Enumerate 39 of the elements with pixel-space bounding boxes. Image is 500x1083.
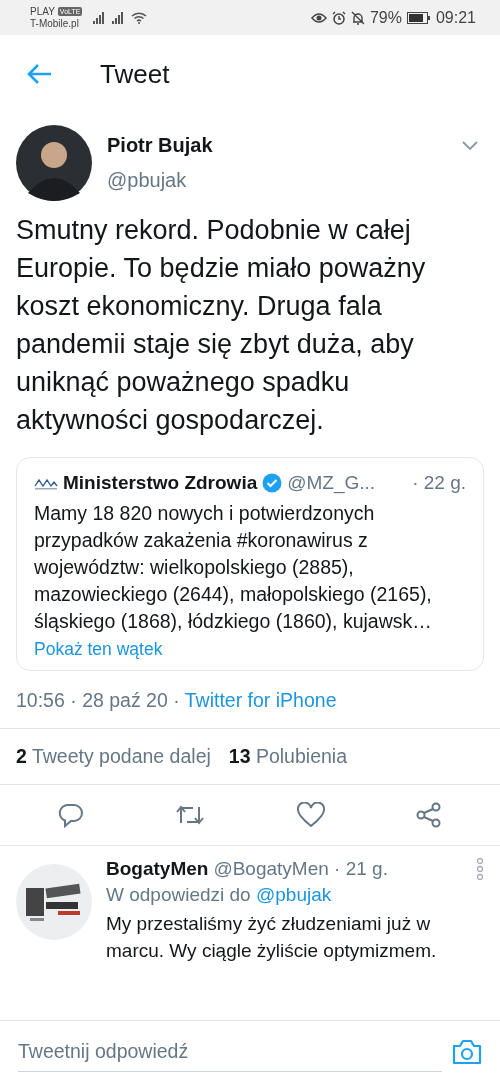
quote-handle: @MZ_G... <box>287 472 376 494</box>
back-arrow-icon[interactable] <box>26 63 52 85</box>
reply-handle: @BogatyMen · 21 g. <box>213 858 388 880</box>
author-handle: @pbujak <box>107 169 188 192</box>
reply-input-field[interactable]: Tweetnij odpowiedź <box>18 1032 442 1072</box>
clock: 09:21 <box>435 8 476 27</box>
mention-link[interactable]: @pbujak <box>255 884 332 905</box>
eye-icon <box>310 11 327 24</box>
battery-percent: 79% <box>369 8 402 27</box>
carrier-name: T-Mobile.pl <box>30 17 80 30</box>
wifi-icon <box>131 11 148 24</box>
quote-time: · 22 g. <box>412 472 466 494</box>
tweet-timestamp: 10:56 · 28 paź 20 · <box>16 689 181 711</box>
show-thread-link[interactable]: Pokaż ten wątek <box>34 639 163 660</box>
muted-bell-icon <box>350 10 365 25</box>
quote-author-name: Ministerstwo Zdrowia <box>63 472 258 494</box>
author-name: Piotr Bujak <box>107 134 214 157</box>
alarm-icon <box>331 10 346 25</box>
reply-text: My przestaliśmy żyć złudzeniami już w marcu. Wy ciągle żyliście optymizmem. <box>106 912 438 963</box>
quote-text: Mamy 18 820 nowych i potwierdzonych przypadków zakażenia #koronawirus z województw: wielkopolskiego (2885), mazowieckiego (2644), małopolskiego (2165), śląskiego (1868), łódzkiego (1860), kujawsk… <box>34 501 433 634</box>
signal-icon <box>112 11 125 24</box>
reply-author-name: BogatyMen <box>106 858 209 880</box>
page-title: Tweet <box>100 58 170 90</box>
share-icon[interactable] <box>416 802 443 828</box>
stat-link[interactable]: 2 Tweety podane dalej <box>16 745 211 768</box>
carrier-name: PLAY <box>30 5 55 18</box>
retweet-icon[interactable] <box>175 803 206 827</box>
signal-icon <box>93 11 106 24</box>
stat-link[interactable]: 13 Polubienia <box>228 745 347 768</box>
reply-icon[interactable] <box>57 802 84 828</box>
like-icon[interactable] <box>296 802 325 828</box>
quoted-tweet-card[interactable] <box>16 457 484 671</box>
camera-icon[interactable] <box>452 1039 482 1065</box>
tweet-text: Smutny rekord. Podobnie w całej Europie. To będzie miało poważny koszt ekonomiczny. Druga fala pandemii staje się zbyt duża, aby uniknąć poważnego spadku aktywności gospodarczej. <box>16 214 427 437</box>
chevron-down-icon[interactable] <box>462 141 478 151</box>
source-link[interactable]: Twitter for iPhone <box>184 689 337 711</box>
in-reply-to-text: W odpowiedzi do @pbujak <box>106 884 333 906</box>
avatar-icon <box>16 125 92 201</box>
battery-icon <box>406 11 431 24</box>
